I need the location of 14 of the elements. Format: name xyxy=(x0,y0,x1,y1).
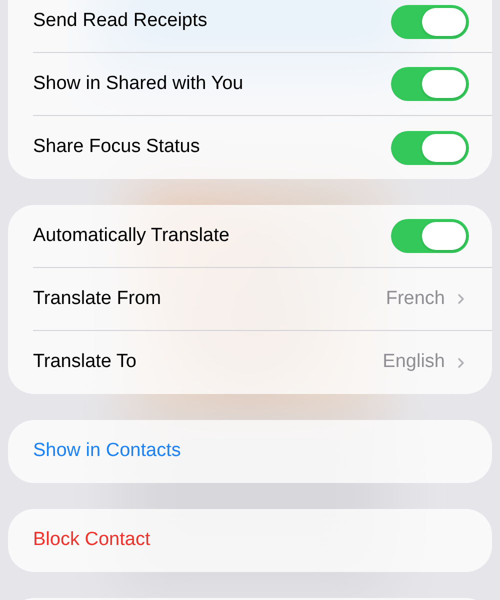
toggle-switch[interactable] xyxy=(391,67,469,101)
toggle-switch[interactable] xyxy=(391,219,469,253)
row-value[interactable]: English xyxy=(382,348,445,377)
row-value[interactable]: French xyxy=(386,284,445,314)
action-link[interactable]: Show in Contacts xyxy=(33,437,181,466)
action-link[interactable]: Block Contact xyxy=(33,526,150,555)
toggle-switch[interactable] xyxy=(391,4,469,38)
row-label: Automatically Translate xyxy=(33,224,230,248)
row-label: Translate From xyxy=(33,286,162,311)
row-label: Send Read Receipts xyxy=(33,9,208,34)
row-label: Share Focus Status xyxy=(33,135,201,160)
row-label: Show in Shared with You xyxy=(33,72,244,96)
row-label: Translate To xyxy=(33,350,138,374)
toggle-switch[interactable] xyxy=(391,130,469,164)
